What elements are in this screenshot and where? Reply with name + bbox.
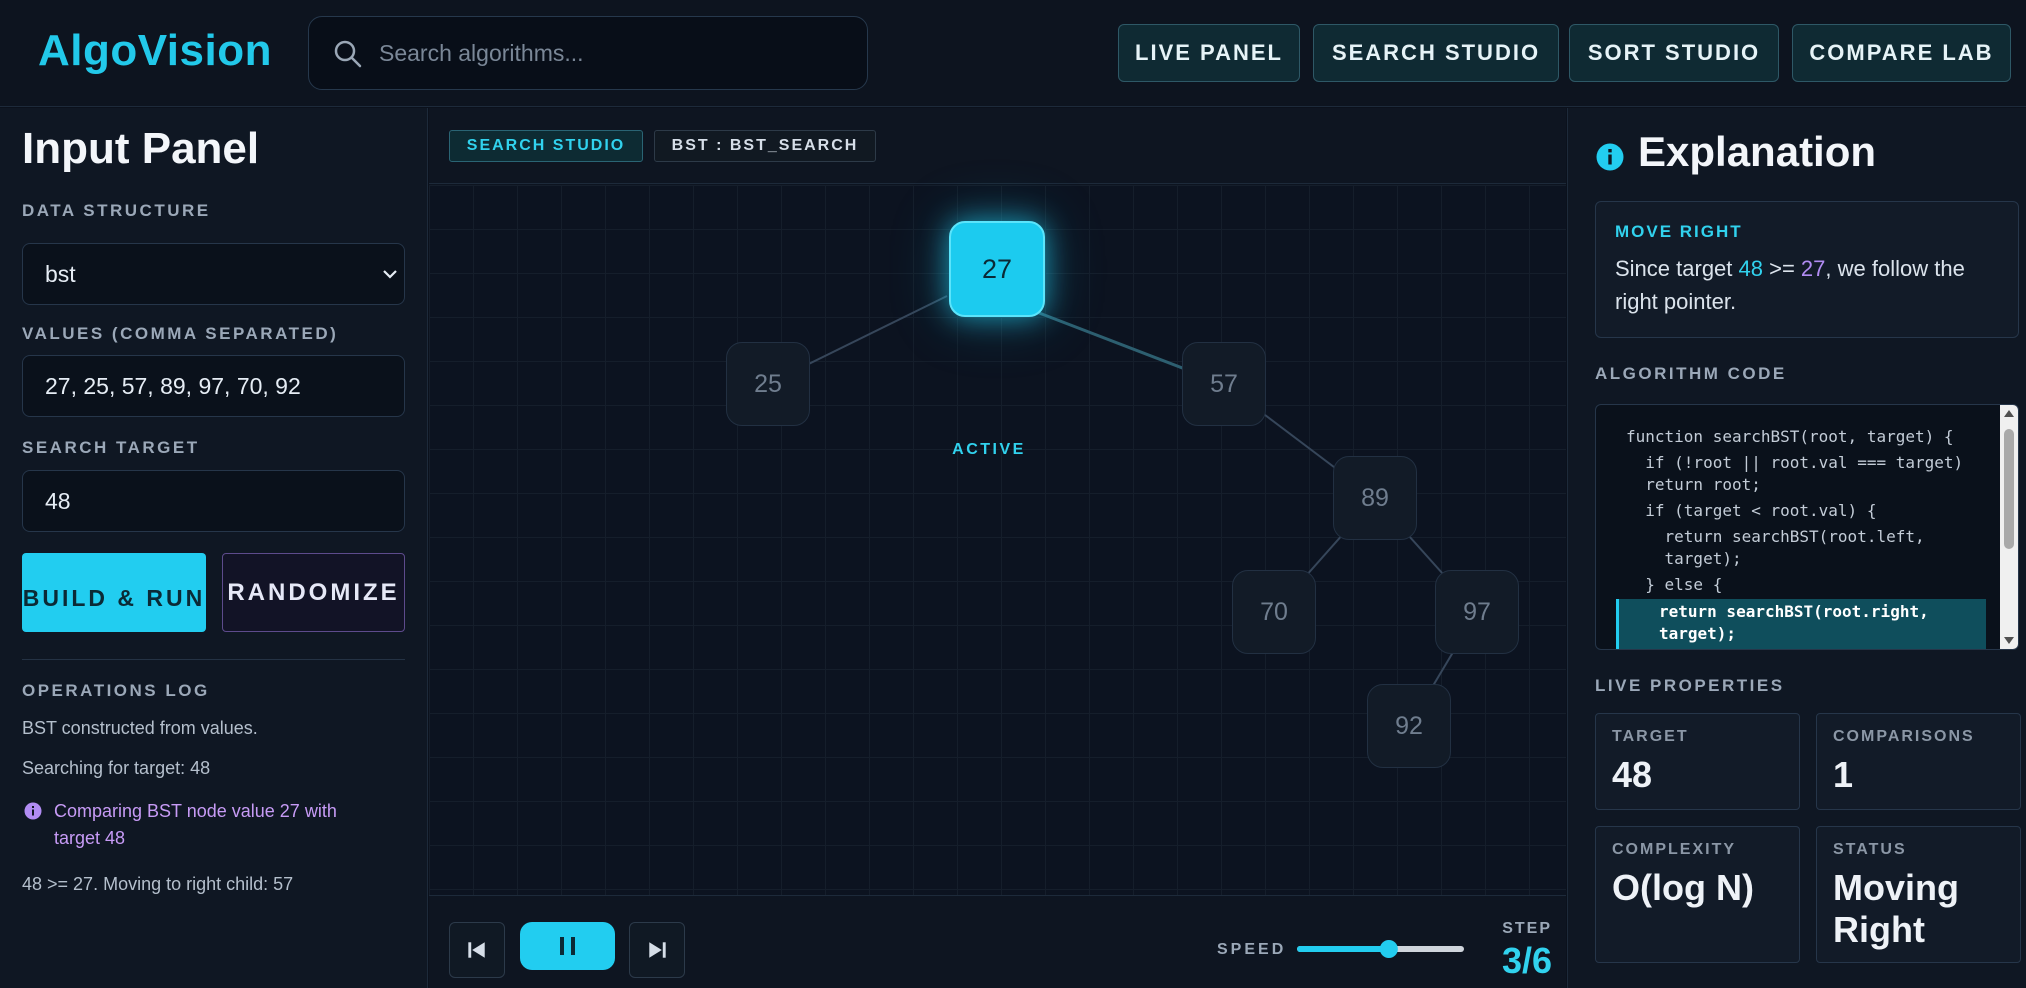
skip-forward-icon [649,942,666,958]
active-tag: ACTIVE [952,441,1026,458]
info-icon [24,802,42,820]
target-value: 48 [45,487,71,514]
code-line-active: target); [1659,624,1737,643]
randomize-button[interactable]: RANDOMIZE [222,553,405,632]
move-text-part: Since target [1615,256,1739,281]
build-run-button[interactable]: BUILD & RUN [22,553,206,632]
code-highlight: return searchBST(root.right, target); [1616,599,1986,649]
code-line: return root; [1626,475,1761,494]
step-back-button[interactable] [449,922,505,978]
prop-value: Moving Right [1833,867,1959,950]
log-item: BST constructed from values. [22,718,258,738]
prop-value: 48 [1612,754,1653,795]
target-input[interactable]: 48 [22,470,405,532]
log-item-text: Comparing BST node value 27 with target … [54,801,337,848]
scroll-up-icon [2004,410,2014,417]
tree-node-97[interactable]: 97 [1435,570,1519,654]
log-label: OPERATIONS LOG [22,681,210,700]
step-forward-button[interactable] [629,922,685,978]
speed-slider[interactable] [1295,938,1466,960]
chevron-down-icon [383,270,397,279]
code-line: return searchBST(root.left, [1626,527,1925,546]
prop-label: COMPARISONS [1833,728,1975,745]
tree-node-57[interactable]: 57 [1182,342,1266,426]
code-scrollbar[interactable] [2000,405,2018,649]
code-viewer[interactable]: function searchBST(root, target) { if (!… [1595,404,2019,650]
explanation-panel: Explanation MOVE RIGHT Since target 48 >… [1567,108,2026,988]
move-text-target: 48 [1738,256,1763,281]
divider [22,659,405,660]
pause-icon [560,937,575,955]
prop-value: O(log N) [1612,867,1754,908]
code-line: if (target < root.val) { [1626,501,1877,520]
target-label: SEARCH TARGET [22,438,200,457]
input-panel: Input Panel DATA STRUCTURE bst VALUES (C… [0,108,428,988]
prop-label: TARGET [1612,728,1689,745]
tree-node-70[interactable]: 70 [1232,570,1316,654]
search-input[interactable] [379,31,849,75]
nav-sort-studio[interactable]: SORT STUDIO [1569,24,1779,82]
move-text-node: 27 [1800,256,1826,281]
info-icon [1596,143,1624,171]
tree-node-92[interactable]: 92 [1367,684,1451,768]
nav-search-studio[interactable]: SEARCH STUDIO [1313,24,1559,82]
code-line: function searchBST(root, target) { [1626,427,1954,446]
code-line-active: return searchBST(root.right, [1659,602,1929,621]
scroll-down-icon [2004,637,2014,644]
visualizer-area: SEARCH STUDIO BST : BST_SEARCH 27 ACTIVE… [429,108,1566,988]
move-card: MOVE RIGHT Since target 48 >= 27, we fol… [1595,201,2019,338]
prop-target: TARGET 48 [1595,713,1800,810]
prop-status: STATUS Moving Right [1816,826,2021,963]
values-value: 27, 25, 57, 89, 97, 70, 92 [45,372,301,399]
nav-compare-lab[interactable]: COMPARE LAB [1792,24,2011,82]
code-scroll-thumb[interactable] [2004,429,2014,549]
structure-select[interactable]: bst [22,243,405,305]
prop-value: 1 [1833,754,1854,795]
code-line: target); [1626,549,1742,568]
speed-slider-thumb [1379,940,1398,958]
skip-back-icon [468,942,485,958]
speed-label: SPEED [1217,941,1287,958]
studio-chip-bar: SEARCH STUDIO BST : BST_SEARCH [429,108,1566,184]
code-label: ALGORITHM CODE [1595,364,1787,383]
panel-title: Input Panel [22,124,260,173]
move-text-part: >= [1763,256,1801,281]
log-item: Searching for target: 48 [22,758,211,778]
move-text: Since target 48 >= 27, we follow the rig… [1615,252,2005,318]
prop-comparisons: COMPARISONS 1 [1816,713,2021,810]
step-label: STEP [1502,920,1552,937]
log-item: 48 >= 27. Moving to right child: 57 [22,874,294,894]
values-label: VALUES (COMMA SEPARATED) [22,324,339,343]
top-header: AlgoVision LIVE PANEL SEARCH STUDIO SORT… [0,0,2026,107]
search-icon [334,40,362,68]
values-input[interactable]: 27, 25, 57, 89, 97, 70, 92 [22,355,405,417]
prop-complexity: COMPLEXITY O(log N) [1595,826,1800,963]
pause-button[interactable] [520,922,615,970]
search-box[interactable] [308,16,868,90]
step-counter: 3/6 [1501,940,1552,981]
props-label: LIVE PROPERTIES [1595,676,1785,695]
prop-label: COMPLEXITY [1612,841,1737,858]
app-root: AlgoVision LIVE PANEL SEARCH STUDIO SORT… [0,0,2026,988]
code-line: if (!root || root.val === target) [1626,453,1964,472]
tree-node-25[interactable]: 25 [726,342,810,426]
prop-label: STATUS [1833,841,1907,858]
code-line: } else { [1626,575,1723,594]
logo[interactable]: AlgoVision [38,26,272,76]
playback-controls: SPEED STEP 3/6 [429,895,1566,988]
structure-value: bst [45,260,76,287]
explanation-title: Explanation [1638,128,1877,175]
tree-node-27[interactable]: 27 [949,221,1045,317]
tree-canvas: 27 ACTIVE 25 57 89 70 97 92 [429,185,1566,895]
structure-label: DATA STRUCTURE [22,201,211,220]
chip-algorithm[interactable]: BST : BST_SEARCH [654,130,876,162]
move-title: MOVE RIGHT [1615,222,1743,241]
tree-node-89[interactable]: 89 [1333,456,1417,540]
nav-live-panel[interactable]: LIVE PANEL [1118,24,1300,82]
speed-slider-fill [1297,946,1389,952]
chip-mode[interactable]: SEARCH STUDIO [449,130,643,162]
